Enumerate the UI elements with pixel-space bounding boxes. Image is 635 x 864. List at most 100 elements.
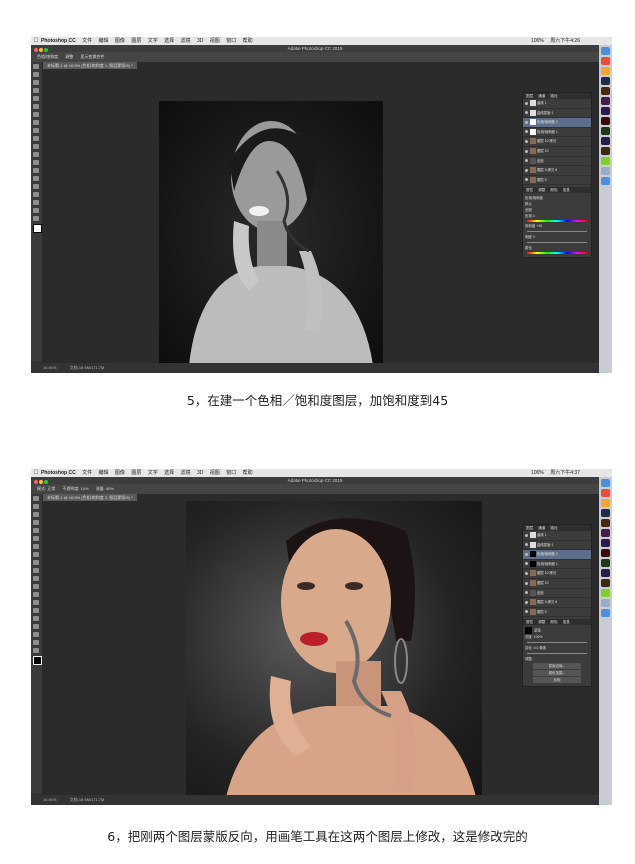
eye-icon[interactable]: [525, 120, 528, 124]
colorize-checkbox[interactable]: 着色: [525, 245, 589, 251]
bridge-icon[interactable]: [601, 579, 610, 587]
history-brush-icon[interactable]: [33, 568, 39, 573]
feather-value[interactable]: 0.0 像素: [534, 646, 546, 650]
brush-tool-icon[interactable]: [33, 552, 39, 557]
type-tool-icon[interactable]: [33, 616, 39, 621]
eyedropper-tool-icon[interactable]: [33, 536, 39, 541]
option-1[interactable]: 模式: 正常: [37, 486, 55, 491]
menu-layer[interactable]: 图层: [131, 470, 141, 476]
menu-help[interactable]: 帮助: [243, 470, 253, 476]
premiere-icon[interactable]: [601, 569, 610, 577]
hue-value[interactable]: 0: [533, 214, 535, 218]
app-icon[interactable]: [601, 489, 610, 497]
apple-icon[interactable]: : [34, 37, 39, 45]
dodge-tool-icon[interactable]: [33, 600, 39, 605]
app-icon[interactable]: [601, 609, 610, 617]
stamp-tool-icon[interactable]: [33, 560, 39, 565]
menu-select[interactable]: 选择: [164, 38, 174, 44]
eye-icon[interactable]: [525, 101, 528, 105]
layer-row[interactable]: 图层 5 拷贝 6: [523, 598, 591, 608]
move-tool-icon[interactable]: [33, 64, 39, 69]
eye-icon[interactable]: [525, 581, 528, 585]
menu-view[interactable]: 视图: [210, 470, 220, 476]
indesign-icon[interactable]: [601, 97, 610, 105]
eye-icon[interactable]: [525, 149, 528, 153]
zoom-level[interactable]: 16.91%: [43, 797, 57, 802]
eye-icon[interactable]: [525, 591, 528, 595]
saturation-value[interactable]: +45: [536, 224, 542, 228]
premiere-icon[interactable]: [601, 137, 610, 145]
eye-icon[interactable]: [525, 130, 528, 134]
color-swatch-icon[interactable]: [33, 224, 42, 233]
gradient-tool-icon[interactable]: [33, 584, 39, 589]
feather-slider[interactable]: [527, 653, 587, 655]
eye-icon[interactable]: [525, 562, 528, 566]
hand-tool-icon[interactable]: [33, 640, 39, 645]
tab-info[interactable]: 信息: [563, 188, 570, 192]
mask-edge-button[interactable]: 蒙版边缘...: [533, 663, 581, 670]
pen-tool-icon[interactable]: [33, 608, 39, 613]
tab-channels[interactable]: 通道: [538, 526, 545, 530]
crop-tool-icon[interactable]: [33, 528, 39, 533]
menu-layer[interactable]: 图层: [131, 38, 141, 44]
dodge-tool-icon[interactable]: [33, 168, 39, 173]
app-name[interactable]: Photoshop CC: [41, 38, 76, 44]
tab-channels[interactable]: 通道: [538, 94, 545, 98]
eraser-tool-icon[interactable]: [33, 576, 39, 581]
tab-layers[interactable]: 图层: [526, 94, 533, 98]
canvas-area[interactable]: [43, 501, 519, 797]
density-value[interactable]: 100%: [534, 635, 543, 639]
invert-button[interactable]: 反相: [533, 677, 581, 684]
document-tab[interactable]: 未标题-1 @ 16.5% (色相/饱和度 1, 图层蒙版/8) *: [43, 62, 137, 69]
layer-row[interactable]: 曲线蒙版 1: [523, 109, 591, 119]
menu-filter[interactable]: 滤镜: [181, 38, 191, 44]
hand-tool-icon[interactable]: [33, 208, 39, 213]
quick-select-tool-icon[interactable]: [33, 88, 39, 93]
tab-adjustments[interactable]: 调整: [538, 188, 545, 192]
close-icon[interactable]: [34, 479, 38, 484]
crop-tool-icon[interactable]: [33, 96, 39, 101]
option-3[interactable]: 流量: 40%: [96, 486, 114, 491]
finder-icon[interactable]: [601, 479, 610, 487]
layer-row[interactable]: 图层 10 拷贝: [523, 137, 591, 147]
layer-row[interactable]: 皮肤: [523, 589, 591, 599]
menu-help[interactable]: 帮助: [243, 38, 253, 44]
menu-select[interactable]: 选择: [164, 470, 174, 476]
layer-row[interactable]: 图层 10 拷贝: [523, 569, 591, 579]
eye-icon[interactable]: [525, 552, 528, 556]
type-tool-icon[interactable]: [33, 184, 39, 189]
healing-tool-icon[interactable]: [33, 112, 39, 117]
app-icon[interactable]: [601, 57, 610, 65]
move-tool-icon[interactable]: [33, 496, 39, 501]
tab-info[interactable]: 信息: [563, 620, 570, 624]
gradient-tool-icon[interactable]: [33, 152, 39, 157]
eye-icon[interactable]: [525, 159, 528, 163]
blur-tool-icon[interactable]: [33, 160, 39, 165]
layer-row[interactable]: 图层 5 拷贝 6: [523, 166, 591, 176]
after-effects-icon[interactable]: [601, 107, 610, 115]
layer-row[interactable]: 图层 5: [523, 176, 591, 186]
lightness-value[interactable]: 0: [533, 235, 535, 239]
menu-3d[interactable]: 3D: [197, 470, 203, 476]
app-icon[interactable]: [601, 599, 610, 607]
path-select-icon[interactable]: [33, 192, 39, 197]
path-select-icon[interactable]: [33, 624, 39, 629]
indesign-icon[interactable]: [601, 529, 610, 537]
eye-icon[interactable]: [525, 139, 528, 143]
app-icon[interactable]: [601, 167, 610, 175]
illustrator-icon[interactable]: [601, 519, 610, 527]
eye-icon[interactable]: [525, 610, 528, 614]
density-slider[interactable]: [527, 642, 587, 644]
minimize-icon[interactable]: [39, 479, 43, 484]
layer-row[interactable]: 图层 10: [523, 147, 591, 157]
layer-row[interactable]: 曲线蒙版 1: [523, 541, 591, 551]
app-icon[interactable]: [601, 67, 610, 75]
menu-image[interactable]: 图像: [115, 470, 125, 476]
eyedropper-tool-icon[interactable]: [33, 104, 39, 109]
layer-row[interactable]: 色相/饱和度 1: [523, 128, 591, 138]
after-effects-icon[interactable]: [601, 539, 610, 547]
tab-properties[interactable]: 属性: [526, 620, 533, 624]
app-icon[interactable]: [601, 177, 610, 185]
layer-row[interactable]: 皮肤: [523, 157, 591, 167]
blur-tool-icon[interactable]: [33, 592, 39, 597]
